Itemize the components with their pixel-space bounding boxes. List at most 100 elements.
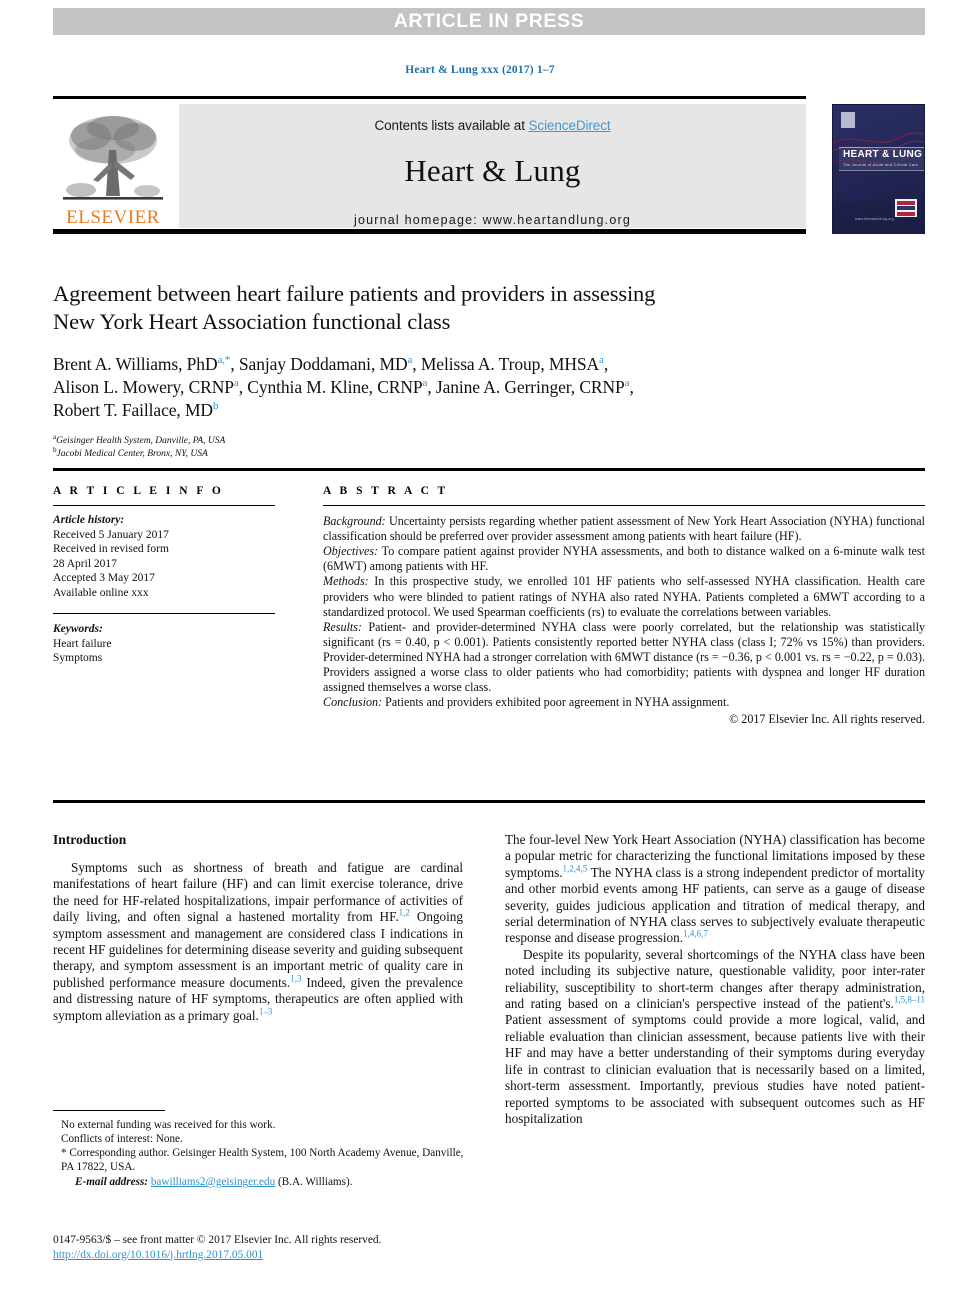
issn-front-matter-line: 0147-9563/$ – see front matter © 2017 El… bbox=[53, 1234, 382, 1246]
footnote-corresponding-author: * Corresponding author. Geisinger Health… bbox=[61, 1147, 464, 1174]
citation-reference[interactable]: 1,2,4,5 bbox=[563, 863, 588, 873]
cover-title-bar: HEART & LUNG The Journal of Acute and Cr… bbox=[839, 147, 924, 171]
abstract-section-conclusion: Conclusion: Patients and providers exhib… bbox=[323, 695, 925, 710]
affiliation-item: aGeisinger Health System, Danville, PA, … bbox=[53, 433, 843, 448]
footnote-email-line: E-mail address: bawilliams2@geisinger.ed… bbox=[53, 1175, 473, 1189]
journal-title: Heart & Lung bbox=[404, 153, 581, 188]
author-2-name: , Sanjay Doddamani, MD bbox=[230, 354, 408, 374]
cover-badge-icon bbox=[895, 199, 917, 217]
sciencedirect-link[interactable]: ScienceDirect bbox=[529, 118, 611, 133]
citation-reference[interactable]: 1,4,6,7 bbox=[683, 929, 708, 939]
abstract-column: A B S T R A C T Background: Uncertainty … bbox=[323, 485, 925, 728]
history-item-online: Available online xxx bbox=[53, 586, 149, 599]
history-item-revised-date: 28 April 2017 bbox=[53, 557, 117, 570]
abstract-label-background: Background: bbox=[323, 514, 386, 529]
article-info-column: A R T I C L E I N F O Article history: R… bbox=[53, 485, 275, 666]
journal-cover-thumbnail: HEART & LUNG The Journal of Acute and Cr… bbox=[832, 104, 925, 234]
keywords-label: Keywords: bbox=[53, 623, 103, 636]
abstract-copyright: © 2017 Elsevier Inc. All rights reserved… bbox=[729, 712, 925, 727]
masthead-bottom-rule bbox=[53, 229, 806, 234]
keywords-rule bbox=[53, 613, 275, 615]
affiliation-text-a: Geisinger Health System, Danville, PA, U… bbox=[56, 436, 226, 446]
citation-reference[interactable]: 1,5,8–11 bbox=[894, 995, 925, 1005]
author-1-affil-marker[interactable]: a,* bbox=[218, 354, 231, 366]
body-column-left: Introduction Symptoms such as shortness … bbox=[53, 832, 463, 1024]
journal-info-box: Contents lists available at ScienceDirec… bbox=[179, 104, 806, 228]
author-7-name: Robert T. Faillace, MD bbox=[53, 400, 213, 420]
journal-homepage-line[interactable]: journal homepage: www.heartandlung.org bbox=[179, 213, 806, 227]
abstract-heading: A B S T R A C T bbox=[323, 484, 449, 497]
affiliation-item: bJacobi Medical Center, Bronx, NY, USA bbox=[53, 446, 843, 461]
author-list: Brent A. Williams, PhDa,*, Sanjay Doddam… bbox=[53, 353, 843, 422]
intro-paragraph-1: Symptoms such as shortness of breath and… bbox=[53, 860, 463, 1024]
contents-prefix-text: Contents lists available at bbox=[374, 118, 529, 133]
issn-copyright-block: 0147-9563/$ – see front matter © 2017 El… bbox=[53, 1233, 553, 1262]
abstract-text-results: Patient- and provider-determined NYHA cl… bbox=[323, 619, 925, 695]
abstract-section-methods: Methods: In this prospective study, we e… bbox=[323, 574, 925, 619]
cover-url-text: www.heartandlung.org bbox=[855, 217, 894, 221]
abstract-bottom-rule bbox=[53, 800, 925, 803]
abstract-rule bbox=[323, 504, 925, 507]
footnote-email-label: E-mail address: bbox=[75, 1176, 149, 1189]
article-history-block: Article history: Received 5 January 2017… bbox=[53, 513, 275, 600]
abstract-label-objectives: Objectives: bbox=[323, 544, 379, 559]
article-in-press-label: ARTICLE IN PRESS bbox=[393, 10, 585, 32]
doi-link[interactable]: http://dx.doi.org/10.1016/j.hrtlng.2017.… bbox=[53, 1249, 263, 1261]
abstract-label-conclusion: Conclusion: bbox=[323, 695, 383, 710]
cover-elsevier-mark-icon bbox=[841, 112, 855, 128]
abstract-text-methods: In this prospective study, we enrolled 1… bbox=[323, 574, 925, 619]
contents-lists-line: Contents lists available at ScienceDirec… bbox=[179, 104, 806, 133]
masthead-row: ELSEVIER Contents lists available at Sci… bbox=[53, 99, 925, 234]
author-line2-tail: , bbox=[629, 377, 634, 397]
right-paragraph-2: Despite its popularity, several shortcom… bbox=[505, 947, 925, 1127]
abstract-section-results: Results: Patient- and provider-determine… bbox=[323, 620, 925, 695]
right-paragraph-1: The four-level New York Heart Associatio… bbox=[505, 832, 925, 947]
history-item-revised: Received in revised form bbox=[53, 543, 169, 556]
article-history-label: Article history: bbox=[53, 514, 125, 527]
abstract-text-conclusion: Patients and providers exhibited poor ag… bbox=[382, 695, 730, 710]
history-item-received: Received 5 January 2017 bbox=[53, 528, 169, 541]
abstract-label-methods: Methods: bbox=[323, 574, 369, 589]
abstract-section-objectives: Objectives: To compare patient against p… bbox=[323, 544, 925, 574]
keyword-item: Heart failure bbox=[53, 637, 112, 650]
article-title: Agreement between heart failure patients… bbox=[53, 280, 843, 336]
cover-subtitle-text: The Journal of Acute and Critical Care bbox=[843, 162, 919, 167]
cover-title-text: HEART & LUNG bbox=[843, 149, 923, 160]
info-abstract-block: A R T I C L E I N F O Article history: R… bbox=[53, 468, 925, 726]
history-item-accepted: Accepted 3 May 2017 bbox=[53, 572, 155, 585]
footnote-funding: No external funding was received for thi… bbox=[61, 1119, 276, 1132]
author-5-name: , Cynthia M. Kline, CRNP bbox=[238, 377, 423, 397]
author-3-name: , Melissa A. Troup, MHSA bbox=[412, 354, 600, 374]
citation-reference[interactable]: 1,2 bbox=[399, 908, 410, 918]
article-title-line-1: Agreement between heart failure patients… bbox=[53, 281, 656, 306]
footnote-conflicts: Conflicts of interest: None. bbox=[61, 1133, 183, 1146]
author-line1-tail: , bbox=[603, 354, 609, 374]
keyword-item: Symptoms bbox=[53, 652, 103, 665]
body-column-right: The four-level New York Heart Associatio… bbox=[505, 832, 925, 1127]
elsevier-tree-icon bbox=[63, 116, 163, 200]
affiliation-list: aGeisinger Health System, Danville, PA, … bbox=[53, 433, 843, 461]
abstract-body: Background: Uncertainty persists regardi… bbox=[323, 514, 925, 727]
article-title-block: Agreement between heart failure patients… bbox=[53, 280, 843, 460]
author-4-name: Alison L. Mowery, CRNP bbox=[53, 377, 234, 397]
footnote-block: No external funding was received for thi… bbox=[53, 1110, 473, 1189]
footnote-email-attribution: (B.A. Williams). bbox=[277, 1176, 353, 1189]
article-in-press-banner: ARTICLE IN PRESS bbox=[53, 8, 925, 35]
section-heading-introduction: Introduction bbox=[53, 832, 127, 847]
paragraph-text: The NYHA class is a strong independent p… bbox=[505, 864, 925, 946]
abstract-top-rule bbox=[53, 468, 925, 471]
elsevier-logo: ELSEVIER bbox=[53, 102, 173, 229]
citation-reference[interactable]: 1–3 bbox=[259, 1006, 273, 1016]
author-6-name: , Janine A. Gerringer, CRNP bbox=[427, 377, 625, 397]
citation-reference[interactable]: 1,3 bbox=[290, 973, 301, 983]
journal-masthead: ELSEVIER Contents lists available at Sci… bbox=[53, 96, 925, 234]
author-7-affil-marker[interactable]: b bbox=[213, 400, 219, 412]
footnote-email-link[interactable]: bawilliams2@geisinger.edu bbox=[151, 1176, 275, 1188]
affiliation-text-b: Jacobi Medical Center, Bronx, NY, USA bbox=[56, 448, 208, 459]
keywords-block: Keywords: Heart failure Symptoms bbox=[53, 622, 275, 666]
author-1-name: Brent A. Williams, PhD bbox=[53, 354, 218, 374]
article-title-line-2: New York Heart Association functional cl… bbox=[53, 309, 451, 334]
running-head-citation: Heart & Lung xxx (2017) 1–7 bbox=[405, 64, 555, 76]
article-info-rule bbox=[53, 504, 275, 507]
abstract-label-results: Results: bbox=[323, 619, 362, 634]
